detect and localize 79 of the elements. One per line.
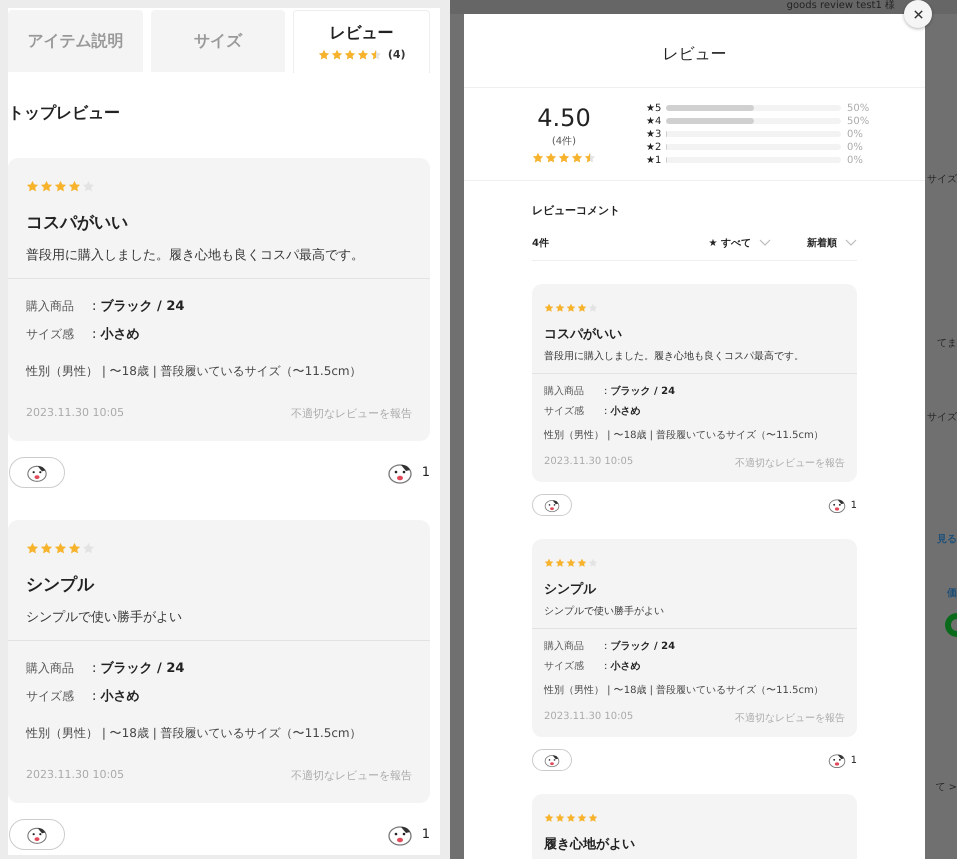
detail-value: : ブラック / 24: [604, 384, 676, 398]
rating-filter-dropdown[interactable]: ★ すべて: [708, 236, 771, 250]
review-total: 4件: [532, 236, 550, 250]
reviewer-profile: 性別（男性） | 〜18歳 | 普段履いているサイズ（〜11.5cm）: [544, 684, 825, 697]
tab[interactable]: サイズ: [150, 10, 286, 72]
reaction-count: 1: [422, 465, 430, 480]
review-title: コスパがいい: [26, 212, 129, 234]
review-text: 普段用に購入しました。履き心地も良くコスパ最高です。: [26, 246, 365, 264]
section-heading: レビューコメント: [532, 203, 621, 218]
cartoon-face-icon: [543, 498, 561, 512]
chevron-down-icon: [845, 239, 857, 247]
background-text: て >: [935, 781, 957, 794]
detail-label: 購入商品: [544, 640, 585, 653]
rating-label: ★5: [646, 102, 660, 114]
cartoon-face-icon: [826, 752, 847, 768]
rating-label: ★3: [646, 128, 660, 140]
detail-value: : 小さめ: [92, 326, 140, 343]
reaction-button[interactable]: [532, 749, 572, 771]
detail-value: : ブラック / 24: [92, 660, 184, 677]
reaction-count: 1: [850, 754, 857, 766]
detail-label: 購入商品: [544, 384, 585, 398]
report-link[interactable]: 不適切なレビューを報告: [291, 406, 412, 421]
section-heading: トップレビュー: [8, 103, 121, 124]
detail-value: : 小さめ: [604, 404, 641, 418]
review-count: (4件): [552, 135, 576, 148]
rating-label: ★4: [646, 116, 660, 126]
detail-value: : ブラック / 24: [604, 640, 676, 653]
detail-label: サイズ感: [26, 326, 75, 343]
review-title: 履き心地がよい: [544, 836, 636, 853]
review-date: 2023.11.30 10:05: [26, 768, 124, 783]
review-text: シンプルで使い勝手がよい: [544, 604, 665, 618]
reaction-count: 1: [850, 500, 857, 510]
reviewer-profile: 性別（男性） | 〜18歳 | 普段履いているサイズ（〜11.5cm）: [26, 363, 363, 380]
detail-label: 購入商品: [26, 298, 75, 315]
rating-percent: 0%: [847, 154, 863, 166]
review-text: シンプルで使い勝手がよい: [26, 609, 183, 626]
report-link[interactable]: 不適切なレビューを報告: [291, 768, 412, 783]
detail-value: : 小さめ: [92, 688, 140, 705]
review-date: 2023.11.30 10:05: [26, 406, 124, 421]
background-text: サイズ: [927, 173, 957, 186]
chevron-down-icon: [759, 239, 771, 247]
detail-label: サイズ感: [26, 688, 75, 705]
reaction-count: 1: [422, 827, 430, 842]
report-link[interactable]: 不適切なレビューを報告: [735, 711, 845, 725]
report-link[interactable]: 不適切なレビューを報告: [735, 456, 845, 470]
ring-icon: [943, 610, 957, 640]
detail-value: : ブラック / 24: [92, 298, 184, 315]
review-date: 2023.11.30 10:05: [544, 711, 634, 724]
tab[interactable]: アイテム説明: [8, 10, 143, 72]
close-icon: [912, 8, 924, 20]
rating-label: ★1: [646, 154, 660, 166]
detail-label: サイズ感: [544, 404, 585, 418]
reaction-button[interactable]: [9, 819, 65, 850]
detail-label: 購入商品: [26, 660, 75, 677]
review-title: コスパがいい: [544, 326, 623, 343]
review-title: シンプル: [544, 580, 598, 598]
rating-label: ★2: [646, 142, 660, 152]
review-date: 2023.11.30 10:05: [544, 456, 634, 469]
review-count: (4): [388, 48, 406, 61]
review-title: シンプル: [26, 574, 96, 596]
reviewer-profile: 性別（男性） | 〜18歳 | 普段履いているサイズ（〜11.5cm）: [26, 725, 363, 742]
tab[interactable]: レビュー (4): [293, 10, 430, 73]
background-text: てま: [937, 337, 957, 350]
cartoon-face-icon: [543, 752, 561, 768]
rating-percent: 0%: [847, 142, 863, 152]
cartoon-face-icon: [826, 496, 847, 514]
reaction-button[interactable]: [532, 494, 572, 516]
detail-label: サイズ感: [544, 660, 585, 673]
reviewer-profile: 性別（男性） | 〜18歳 | 普段履いているサイズ（〜11.5cm）: [544, 428, 825, 442]
average-score: 4.50: [537, 104, 591, 132]
review-text: 普段用に購入しました。履き心地も良くコスパ最高です。: [544, 350, 805, 363]
rating-percent: 50%: [847, 116, 870, 126]
rating-percent: 0%: [847, 128, 863, 140]
user-name: goods review test1 様: [786, 0, 895, 13]
detail-value: : 小さめ: [604, 660, 641, 673]
sort-dropdown[interactable]: 新着順: [807, 236, 857, 250]
background-text: サイズ: [927, 411, 957, 424]
rating-percent: 50%: [847, 102, 870, 114]
reaction-button[interactable]: [9, 457, 65, 488]
